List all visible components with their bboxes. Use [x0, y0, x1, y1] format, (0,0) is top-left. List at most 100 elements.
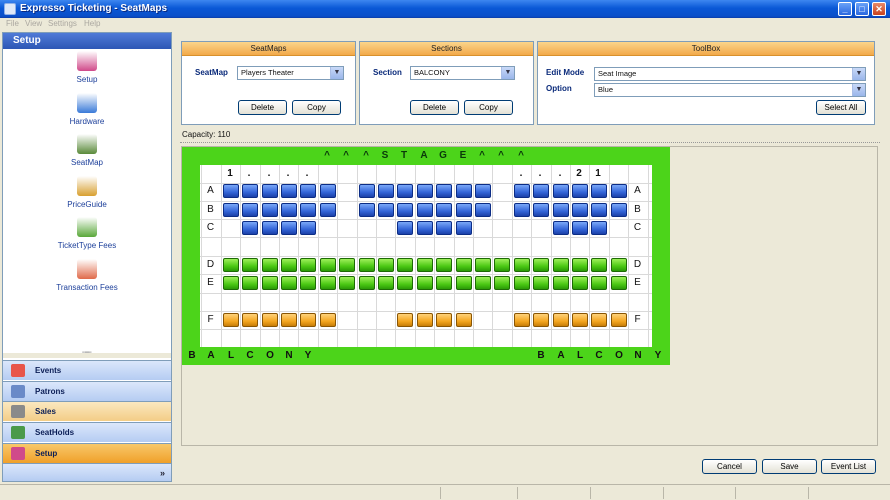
nav-bar-events[interactable]: Events: [3, 360, 171, 380]
seat[interactable]: [378, 184, 394, 198]
edit-mode-select[interactable]: Seat Image ▼: [594, 67, 866, 81]
seat[interactable]: [514, 184, 530, 198]
seat[interactable]: [397, 184, 413, 198]
seat[interactable]: [300, 258, 316, 272]
chevron-down-icon[interactable]: ▼: [330, 67, 343, 79]
seat[interactable]: [262, 184, 278, 198]
seat[interactable]: [475, 276, 491, 290]
chevron-down-icon[interactable]: ▼: [852, 84, 865, 96]
seat[interactable]: [456, 258, 472, 272]
seat[interactable]: [300, 184, 316, 198]
seat[interactable]: [456, 221, 472, 235]
seat[interactable]: [514, 258, 530, 272]
seat[interactable]: [514, 203, 530, 217]
seat[interactable]: [436, 276, 452, 290]
seat[interactable]: [591, 258, 607, 272]
seat[interactable]: [223, 203, 239, 217]
chevron-down-icon[interactable]: ▼: [852, 68, 865, 80]
setup-item-transaction-fees[interactable]: Transaction Fees: [3, 259, 171, 297]
seat[interactable]: [553, 221, 569, 235]
seat[interactable]: [514, 276, 530, 290]
seat[interactable]: [553, 313, 569, 327]
seat[interactable]: [591, 221, 607, 235]
seat[interactable]: [456, 184, 472, 198]
seat[interactable]: [300, 276, 316, 290]
seat[interactable]: [591, 203, 607, 217]
seat[interactable]: [417, 184, 433, 198]
seat[interactable]: [242, 258, 258, 272]
seat[interactable]: [320, 258, 336, 272]
seat[interactable]: [533, 258, 549, 272]
seat[interactable]: [417, 221, 433, 235]
seat[interactable]: [436, 184, 452, 198]
close-button[interactable]: ✕: [872, 2, 886, 16]
seat[interactable]: [572, 203, 588, 217]
seat[interactable]: [262, 203, 278, 217]
seat[interactable]: [223, 258, 239, 272]
seat[interactable]: [378, 276, 394, 290]
seat[interactable]: [320, 313, 336, 327]
setup-item-seatmap[interactable]: SeatMap: [3, 134, 171, 172]
seat[interactable]: [475, 203, 491, 217]
seat[interactable]: [611, 276, 627, 290]
seat[interactable]: [242, 221, 258, 235]
chevron-down-icon[interactable]: ▼: [501, 67, 514, 79]
minimize-button[interactable]: _: [838, 2, 852, 16]
seat[interactable]: [359, 276, 375, 290]
seat[interactable]: [262, 221, 278, 235]
cancel-button[interactable]: Cancel: [702, 459, 757, 474]
section-delete-button[interactable]: Delete: [410, 100, 459, 115]
seat[interactable]: [281, 313, 297, 327]
seat[interactable]: [572, 221, 588, 235]
seat[interactable]: [242, 276, 258, 290]
nav-bar-patrons[interactable]: Patrons: [3, 381, 171, 401]
section-copy-button[interactable]: Copy: [464, 100, 513, 115]
seat[interactable]: [572, 313, 588, 327]
seat[interactable]: [553, 258, 569, 272]
seat[interactable]: [397, 258, 413, 272]
maximize-button[interactable]: □: [855, 2, 869, 16]
seat[interactable]: [378, 203, 394, 217]
seat[interactable]: [417, 313, 433, 327]
setup-item-hardware[interactable]: Hardware: [3, 93, 171, 131]
seat[interactable]: [533, 184, 549, 198]
seat[interactable]: [262, 313, 278, 327]
menu-help[interactable]: Help: [84, 19, 100, 28]
seat[interactable]: [533, 203, 549, 217]
splitter-grip[interactable]: '''''''': [3, 352, 171, 358]
seat[interactable]: [494, 258, 510, 272]
seat[interactable]: [223, 184, 239, 198]
seat[interactable]: [281, 258, 297, 272]
seat[interactable]: [339, 258, 355, 272]
setup-item-tickettype-fees[interactable]: TicketType Fees: [3, 217, 171, 255]
seat[interactable]: [553, 184, 569, 198]
seat[interactable]: [223, 313, 239, 327]
seat[interactable]: [281, 276, 297, 290]
seat[interactable]: [262, 276, 278, 290]
seat[interactable]: [553, 276, 569, 290]
seat[interactable]: [300, 221, 316, 235]
seat[interactable]: [611, 313, 627, 327]
seat[interactable]: [572, 258, 588, 272]
seat[interactable]: [591, 184, 607, 198]
seat[interactable]: [611, 258, 627, 272]
seat[interactable]: [572, 184, 588, 198]
save-button[interactable]: Save: [762, 459, 817, 474]
event-list-button[interactable]: Event List: [821, 459, 876, 474]
seat[interactable]: [417, 276, 433, 290]
seat[interactable]: [378, 258, 394, 272]
setup-item-priceguide[interactable]: PriceGuide: [3, 176, 171, 214]
seat[interactable]: [475, 184, 491, 198]
seat[interactable]: [591, 276, 607, 290]
menu-file[interactable]: File: [6, 19, 19, 28]
seatmap-copy-button[interactable]: Copy: [292, 100, 341, 115]
seat[interactable]: [456, 313, 472, 327]
seat[interactable]: [320, 184, 336, 198]
seat[interactable]: [223, 276, 239, 290]
seat[interactable]: [359, 203, 375, 217]
select-all-button[interactable]: Select All: [816, 100, 866, 115]
chevron-right-icon[interactable]: »: [160, 468, 165, 478]
seat[interactable]: [300, 203, 316, 217]
section-select[interactable]: BALCONY ▼: [410, 66, 515, 80]
seat[interactable]: [397, 221, 413, 235]
